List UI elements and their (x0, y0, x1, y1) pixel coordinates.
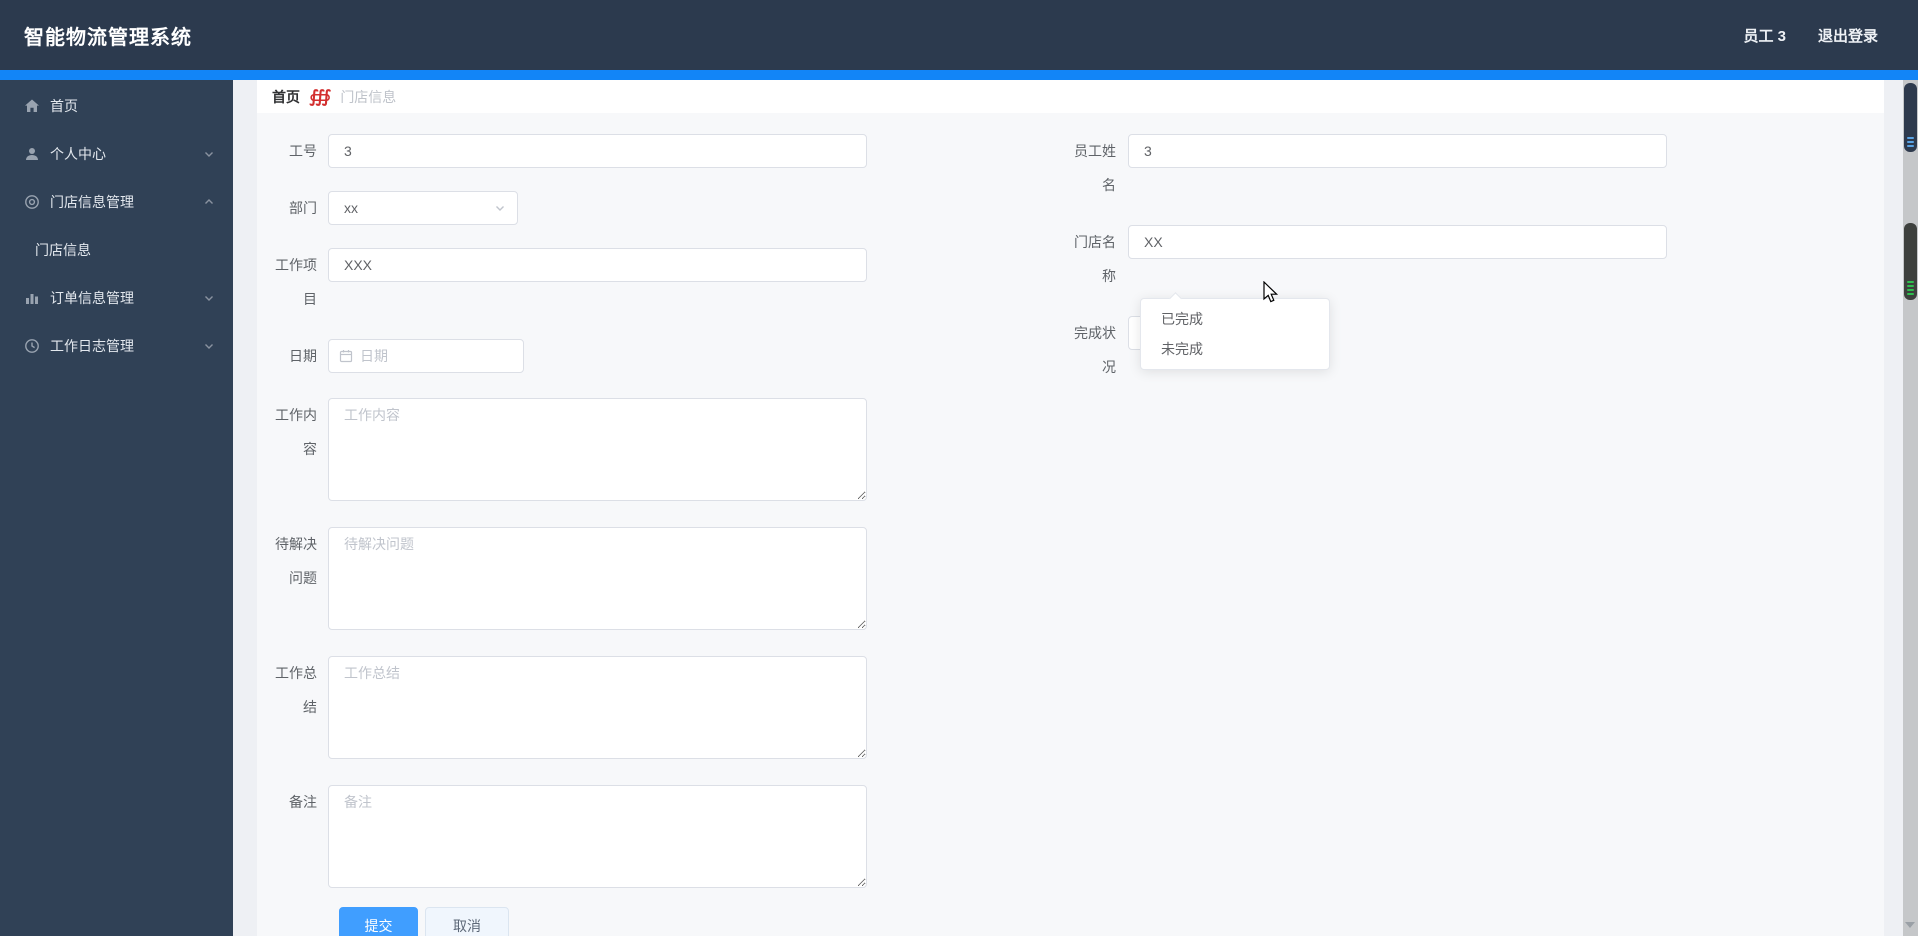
field-label-work-summary: 工作总结 (275, 665, 317, 715)
sidebar-item-order-management[interactable]: 订单信息管理 (0, 274, 233, 322)
field-label-completion-status: 完成状况 (1074, 325, 1116, 375)
field-label-work-project: 工作项目 (275, 257, 317, 307)
scroll-marker-blue (1907, 137, 1914, 147)
chevron-down-icon (205, 344, 213, 349)
field-label-work-content: 工作内容 (275, 407, 317, 457)
chevron-down-icon (496, 206, 504, 211)
content-card: 首页 ∰ 门店信息 工号 部门 xx (257, 80, 1884, 936)
worklog-form: 工号 部门 xx 工作项目 (257, 113, 1884, 936)
scroll-marker-green (1907, 281, 1914, 295)
page-scrollbar[interactable] (1903, 80, 1918, 936)
sidebar-subitem-label: 门店信息 (35, 242, 91, 258)
top-header: 智能物流管理系统 员工 3 退出登录 (0, 0, 1918, 70)
field-label-employee-id: 工号 (289, 143, 317, 159)
remarks-textarea[interactable] (328, 785, 867, 888)
sidebar-subitem-store-info[interactable]: 门店信息 (0, 226, 233, 274)
department-select-value: xx (344, 200, 358, 216)
main-content: 首页 ∰ 门店信息 工号 部门 xx (233, 80, 1918, 936)
work-content-textarea[interactable] (328, 398, 867, 501)
work-project-input[interactable] (328, 248, 867, 282)
store-name-input[interactable] (1128, 225, 1667, 259)
sidebar-item-store-management[interactable]: 门店信息管理 (0, 178, 233, 226)
home-icon (24, 98, 40, 114)
user-icon (24, 146, 40, 162)
dropdown-option-completed[interactable]: 已完成 (1141, 304, 1329, 334)
pending-issues-textarea[interactable] (328, 527, 867, 630)
sidebar: 首页 个人中心 门店信息管理 门店信息 订单信息管理 工作日志管理 (0, 80, 233, 936)
sidebar-item-profile[interactable]: 个人中心 (0, 130, 233, 178)
app-title: 智能物流管理系统 (24, 26, 192, 49)
breadcrumb-separator-icon: ∰ (309, 87, 332, 106)
bar-chart-icon (24, 290, 40, 306)
app-window: 智能物流管理系统 员工 3 退出登录 首页 个人中心 门店信息管理 门店信息 订… (0, 0, 1918, 936)
work-summary-textarea[interactable] (328, 656, 867, 759)
logout-link[interactable]: 退出登录 (1818, 25, 1878, 46)
field-label-remarks: 备注 (289, 794, 317, 810)
employee-name-input[interactable] (1128, 134, 1667, 168)
field-label-pending-issues: 待解决问题 (275, 536, 317, 586)
employee-id-input[interactable] (328, 134, 867, 168)
chevron-down-icon (205, 152, 213, 157)
chevron-up-icon (205, 199, 213, 204)
sidebar-item-worklog-management[interactable]: 工作日志管理 (0, 322, 233, 370)
field-label-store-name: 门店名称 (1074, 234, 1116, 284)
sidebar-item-label: 个人中心 (50, 146, 106, 162)
sidebar-item-label: 门店信息管理 (50, 194, 134, 210)
field-label-date: 日期 (289, 348, 317, 364)
breadcrumb-home-link[interactable]: 首页 (272, 87, 300, 107)
scroll-marker-block[interactable] (1904, 223, 1917, 300)
field-label-employee-name: 员工姓名 (1074, 143, 1116, 193)
sidebar-item-label: 工作日志管理 (50, 338, 134, 354)
dropdown-arrow-notch (1169, 292, 1182, 305)
disc-icon (24, 194, 40, 210)
department-select[interactable]: xx (328, 191, 518, 225)
accent-bar (0, 70, 1918, 80)
current-user-label[interactable]: 员工 3 (1743, 25, 1786, 46)
submit-button[interactable]: 提交 (339, 907, 418, 936)
completion-status-dropdown: 已完成 未完成 (1140, 292, 1330, 370)
header-actions: 员工 3 退出登录 (1743, 25, 1894, 46)
date-placeholder: 日期 (360, 348, 388, 364)
chevron-down-icon (205, 296, 213, 301)
cancel-button[interactable]: 取消 (425, 907, 509, 936)
breadcrumb: 首页 ∰ 门店信息 (257, 80, 1884, 113)
date-picker-input[interactable]: 日期 (328, 339, 524, 373)
dropdown-option-uncompleted[interactable]: 未完成 (1141, 334, 1329, 364)
sidebar-item-label: 首页 (50, 98, 78, 114)
field-label-department: 部门 (289, 200, 317, 216)
scrollbar-thumb[interactable] (1904, 83, 1917, 152)
sidebar-item-home[interactable]: 首页 (0, 82, 233, 130)
calendar-icon (339, 350, 353, 363)
clock-icon (24, 338, 40, 354)
sidebar-item-label: 订单信息管理 (50, 290, 134, 306)
breadcrumb-current: 门店信息 (340, 88, 397, 105)
scrollbar-down-arrow[interactable] (1905, 922, 1915, 928)
